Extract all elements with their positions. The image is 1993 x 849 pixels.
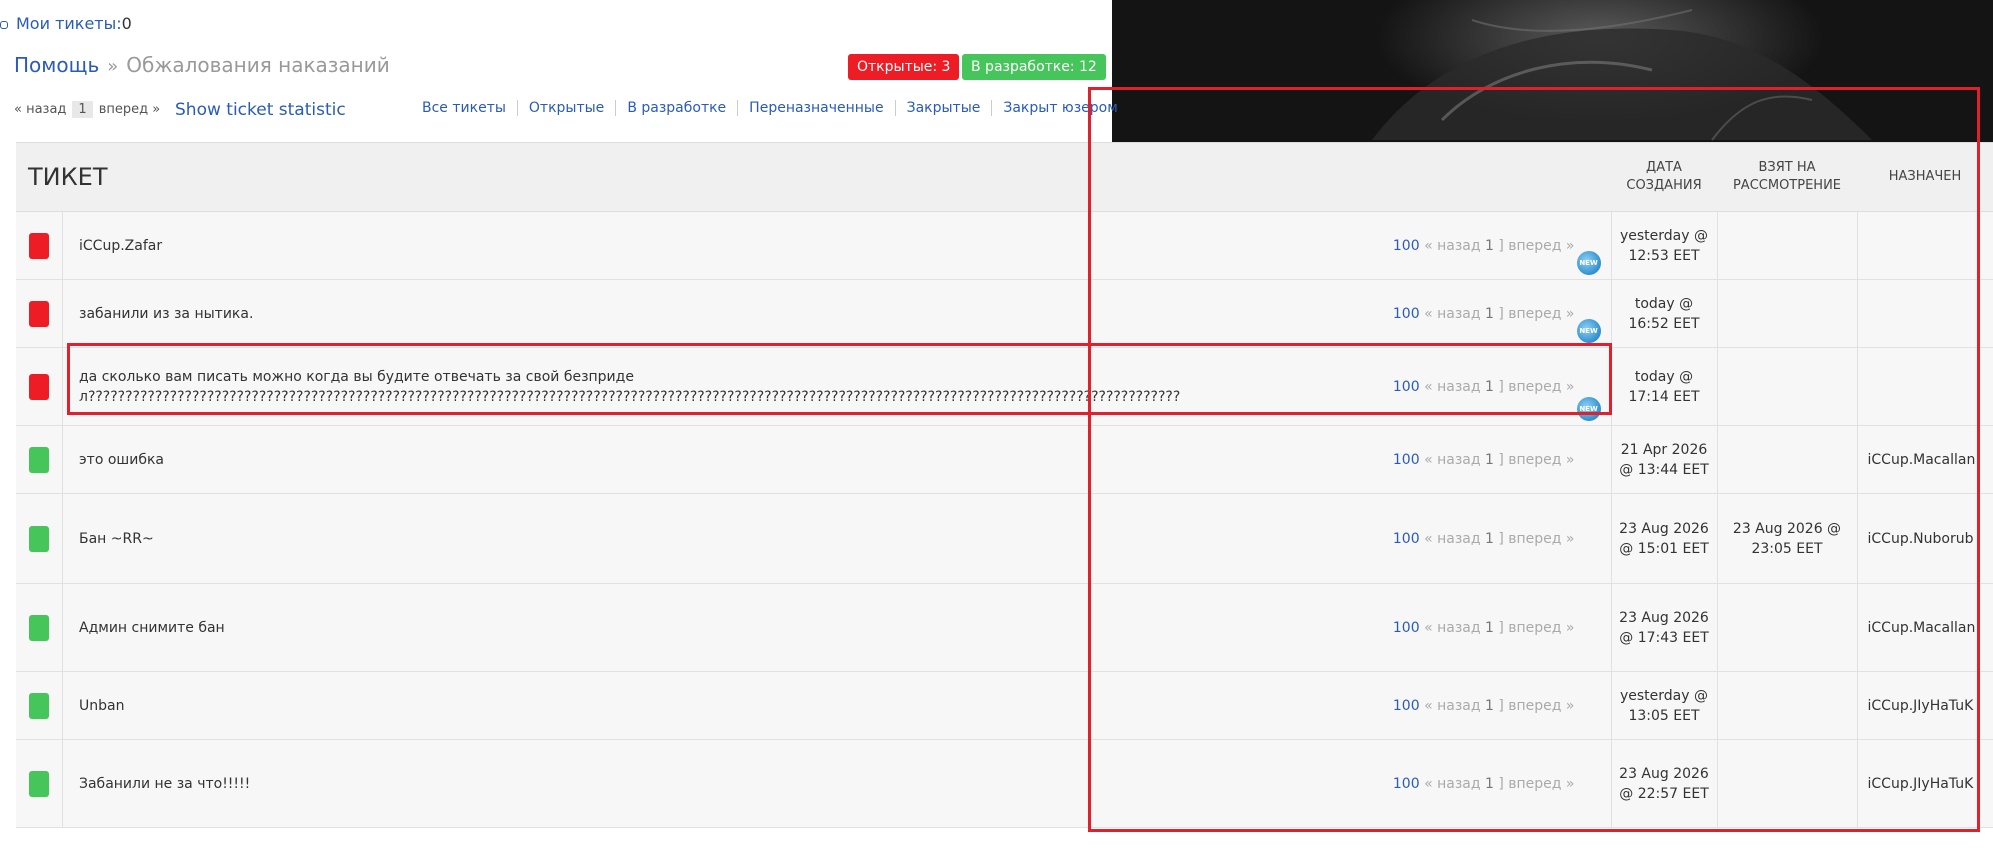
- filter-in-development[interactable]: В разработке: [616, 100, 739, 116]
- filter-all-tickets[interactable]: Все тикеты: [422, 100, 518, 116]
- ticket-filter-tabs: Все тикеты Открытые В разработке Переназнач…: [422, 100, 1129, 116]
- status-cell: [16, 739, 63, 828]
- status-cell: [16, 493, 63, 584]
- my-tickets-label: Мои тикеты: [16, 14, 117, 33]
- bullet-icon: [0, 20, 8, 29]
- pager-prev-link[interactable]: « назад: [14, 102, 66, 117]
- breadcrumb: Помощь » Обжалования наказаний: [14, 53, 390, 77]
- status-indicator: [29, 300, 49, 327]
- status-indicator: [29, 446, 49, 473]
- breadcrumb-separator: »: [107, 56, 119, 77]
- open-count-badge[interactable]: Открытые: 3: [848, 54, 960, 80]
- in-dev-count-badge[interactable]: В разработке: 12: [962, 54, 1106, 80]
- status-indicator: [29, 525, 49, 552]
- top-pager: « назад 1 вперед »: [14, 101, 160, 118]
- my-tickets-count: 0: [121, 14, 132, 33]
- pager-next-link[interactable]: вперед »: [99, 102, 160, 117]
- breadcrumb-current: Обжалования наказаний: [126, 53, 390, 77]
- status-indicator: [29, 232, 49, 259]
- filter-reassigned[interactable]: Переназначенные: [738, 100, 896, 116]
- status-cell: [16, 671, 63, 740]
- status-cell: [16, 279, 63, 348]
- status-indicator: [29, 373, 49, 400]
- highlight-box-right: [1088, 87, 1980, 832]
- status-indicator: [29, 770, 49, 797]
- pager-page-number[interactable]: 1: [72, 101, 93, 118]
- my-tickets-link[interactable]: Мои тикеты:0: [0, 14, 132, 33]
- show-ticket-statistic-link[interactable]: Show ticket statistic: [175, 100, 346, 120]
- filter-closed[interactable]: Закрытые: [895, 100, 993, 116]
- filter-open[interactable]: Открытые: [517, 100, 617, 116]
- status-cell: [16, 425, 63, 494]
- status-cell: [16, 211, 63, 280]
- status-indicator: [29, 614, 49, 641]
- status-cell: [16, 347, 63, 426]
- breadcrumb-help-link[interactable]: Помощь: [14, 53, 99, 77]
- status-indicator: [29, 692, 49, 719]
- status-cell: [16, 583, 63, 672]
- highlight-box-row: [67, 343, 1612, 415]
